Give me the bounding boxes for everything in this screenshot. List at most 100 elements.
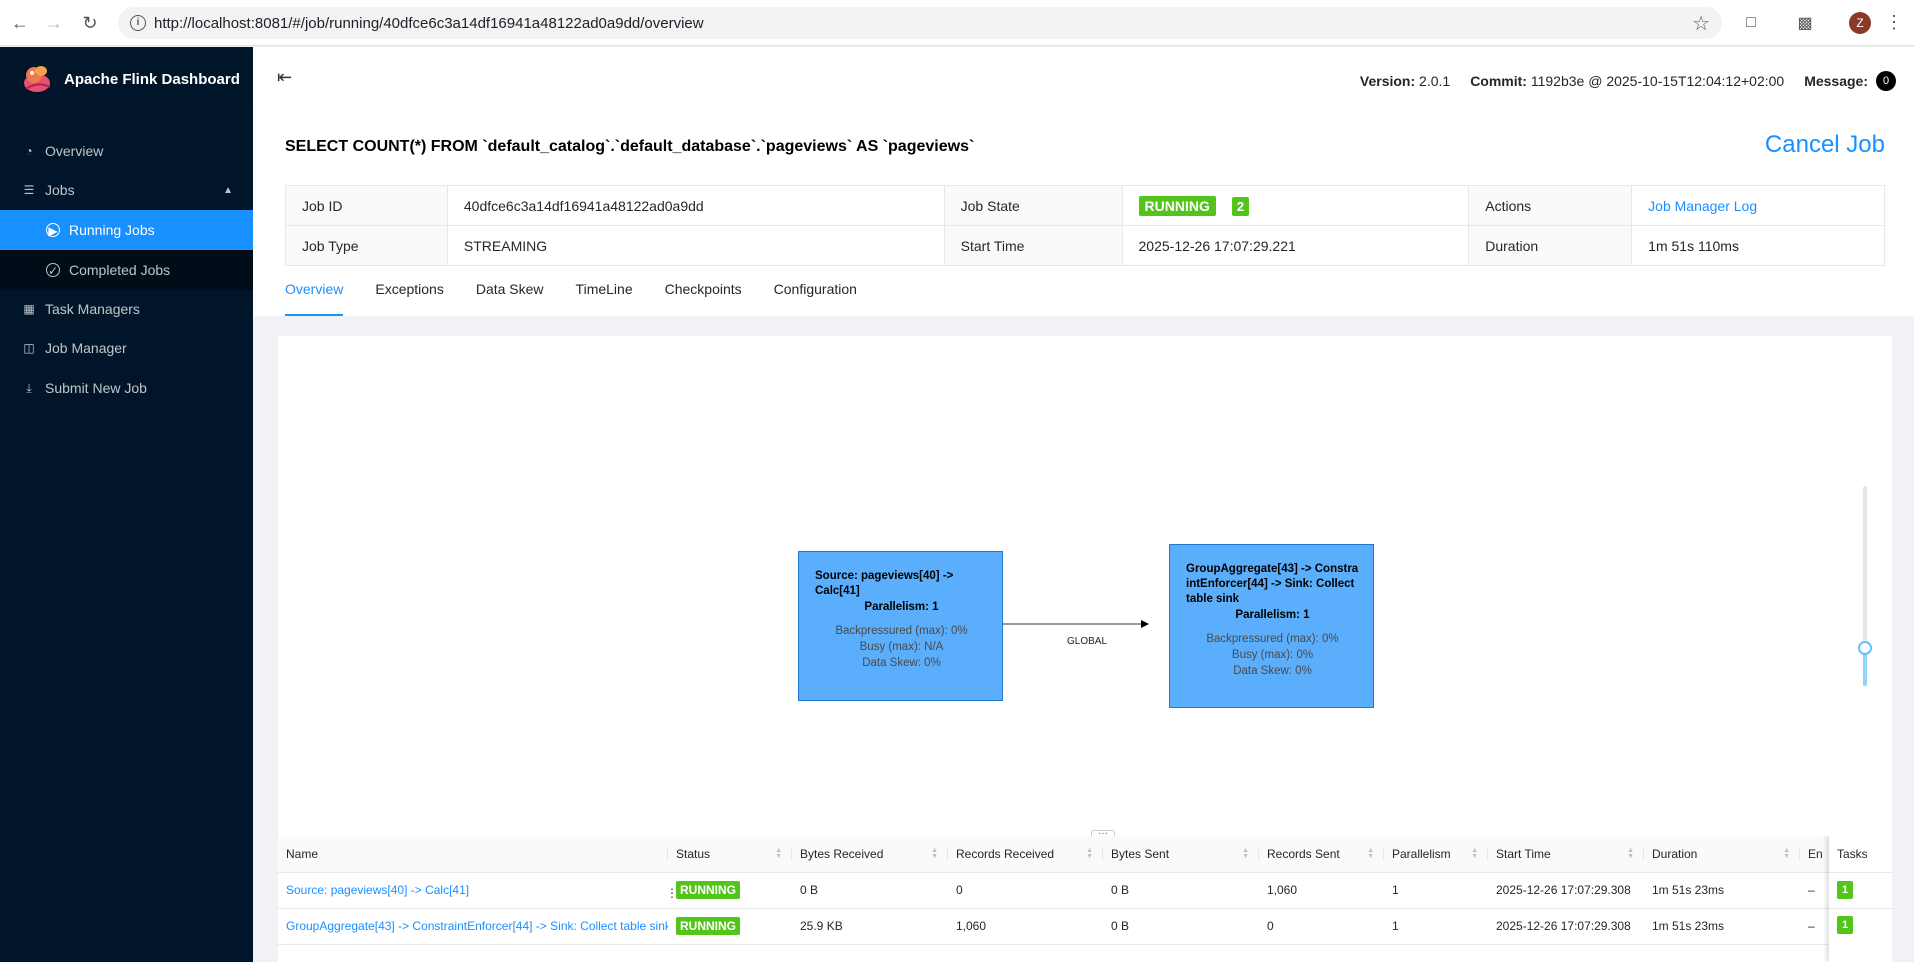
vertex-name-link[interactable]: Source: pageviews[40] -> Calc[41]	[286, 883, 469, 897]
graph-node-sink[interactable]: GroupAggregate[43] -> ConstraintEnforcer…	[1169, 544, 1374, 708]
site-info-icon[interactable]: i	[130, 15, 146, 31]
col-start-time[interactable]: Start Time ▲ ▼	[1488, 836, 1644, 873]
job-state-cell: RUNNING 2	[1121, 185, 1470, 226]
col-bytes-received-label: Bytes Received	[800, 846, 884, 861]
vertices-table: Name Status ▲ ▼ Bytes Received ▲ ▼ Records R…	[278, 836, 1892, 962]
sidebar-item-submit-new-job[interactable]: ⤓ Submit New Job	[0, 368, 253, 408]
col-name-label: Name	[286, 846, 319, 861]
message-badge[interactable]: 0	[1876, 71, 1896, 91]
col-duration[interactable]: Duration ▲ ▼	[1644, 836, 1800, 873]
tab-checkpoints[interactable]: Checkpoints	[665, 279, 742, 316]
tab-exceptions[interactable]: Exceptions	[375, 279, 443, 316]
browser-menu-icon[interactable]: ⋮	[1885, 10, 1903, 34]
col-status-label: Status	[676, 846, 711, 861]
extensions-icon[interactable]: □	[1740, 12, 1762, 34]
logo-row[interactable]: Apache Flink Dashboard	[0, 47, 253, 111]
tab-configuration[interactable]: Configuration	[774, 279, 857, 316]
col-records-received[interactable]: Records Received ▲ ▼	[948, 836, 1103, 873]
col-records-received-label: Records Received	[956, 846, 1055, 861]
sidebar-item-label: Completed Jobs	[69, 262, 171, 278]
col-end-time[interactable]: En	[1800, 836, 1829, 873]
sidebar-item-running-jobs[interactable]: ▶ Running Jobs	[0, 210, 253, 250]
job-graph[interactable]: Source: pageviews[40] -> Calc[41] Parall…	[278, 336, 1892, 840]
duration-label: Duration	[1468, 225, 1633, 266]
commit-label: Commit:	[1470, 73, 1527, 89]
duration-cell: 1m 51s 23ms	[1644, 872, 1800, 909]
col-start-time-label: Start Time	[1496, 846, 1551, 861]
sidebar-item-jobs[interactable]: ☰ Jobs ▲	[0, 170, 253, 210]
zoom-slider-handle[interactable]	[1858, 641, 1872, 655]
schedule-icon: ▦	[23, 302, 35, 316]
tasks-badge: 1	[1837, 916, 1853, 934]
bytes-sent-cell: 0 B	[1103, 872, 1259, 909]
upload-icon: ⤓	[26, 381, 32, 395]
menu-fold-icon[interactable]: ⇤	[277, 67, 292, 88]
sidebar: Apache Flink Dashboard ◔ Overview ☰ Jobs…	[0, 47, 253, 962]
col-bytes-sent[interactable]: Bytes Sent ▲ ▼	[1103, 836, 1259, 873]
node-parallelism: Parallelism: 1	[864, 601, 939, 613]
sidebar-item-completed-jobs[interactable]: ✓ Completed Jobs	[0, 250, 253, 290]
sort-icon[interactable]: ▲ ▼	[931, 847, 938, 860]
reload-icon[interactable]: ↻	[78, 11, 102, 35]
node-skew: Data Skew: 0%	[1233, 665, 1312, 677]
sort-icon[interactable]: ▲ ▼	[1471, 847, 1478, 860]
running-tasks-count-badge: 2	[1231, 196, 1250, 216]
row-more-icon[interactable]: ⋮	[666, 886, 678, 900]
sort-icon[interactable]: ▲ ▼	[775, 847, 782, 860]
job-id-label: Job ID	[285, 185, 448, 226]
back-icon[interactable]: ←	[8, 11, 32, 35]
end-time-cell: –	[1800, 908, 1829, 945]
tasks-fixed-column: Tasks 1 1	[1829, 836, 1892, 962]
table-row[interactable]: Source: pageviews[40] -> Calc[41] RUNNIN…	[278, 872, 1892, 909]
job-header: SELECT COUNT(*) FROM `default_catalog`.`…	[253, 111, 1914, 316]
job-manager-log-link[interactable]: Job Manager Log	[1648, 198, 1757, 214]
col-name[interactable]: Name	[278, 836, 668, 873]
sort-icon[interactable]: ▲ ▼	[1242, 847, 1249, 860]
address-bar[interactable]: i http://localhost:8081/#/job/running/40…	[118, 7, 1722, 39]
job-type-value: STREAMING	[446, 225, 945, 266]
header-info: Version: 2.0.1 Commit: 1192b3e @ 2025-10…	[1360, 71, 1896, 91]
tab-timeline[interactable]: TimeLine	[576, 279, 633, 316]
sort-icon[interactable]: ▲ ▼	[1627, 847, 1634, 860]
sort-icon[interactable]: ▲ ▼	[1367, 847, 1374, 860]
actions-label: Actions	[1468, 185, 1633, 226]
col-tasks-label: Tasks	[1837, 847, 1868, 861]
node-metrics: Backpressured (max): 0% Busy (max): 0% D…	[1186, 631, 1359, 679]
graph-node-source[interactable]: Source: pageviews[40] -> Calc[41] Parall…	[798, 551, 1003, 701]
profile-avatar[interactable]: Z	[1849, 12, 1871, 34]
node-backpressure: Backpressured (max): 0%	[1206, 633, 1339, 645]
node-backpressure: Backpressured (max): 0%	[835, 625, 968, 637]
url-text[interactable]: http://localhost:8081/#/job/running/40df…	[154, 15, 704, 32]
job-state-badge: RUNNING	[1138, 195, 1216, 216]
sidebar-title: Apache Flink Dashboard	[64, 71, 240, 88]
col-records-sent[interactable]: Records Sent ▲ ▼	[1259, 836, 1384, 873]
vertices-grid: Name Status ▲ ▼ Bytes Received ▲ ▼ Records R…	[278, 836, 1892, 945]
duration-cell: 1m 51s 23ms	[1644, 908, 1800, 945]
sidebar-item-task-managers[interactable]: ▦ Task Managers	[0, 289, 253, 329]
sidebar-item-label: Jobs	[45, 182, 75, 198]
job-id-value: 40dfce6c3a14df16941a48122ad0a9dd	[446, 185, 945, 226]
job-title: SELECT COUNT(*) FROM `default_catalog`.`…	[285, 138, 975, 155]
table-row[interactable]: GroupAggregate[43] -> ConstraintEnforcer…	[278, 908, 1892, 945]
start-time-cell: 2025-12-26 17:07:29.308	[1488, 872, 1644, 909]
vertex-name-cell: Source: pageviews[40] -> Calc[41]	[278, 872, 668, 909]
col-status[interactable]: Status ▲ ▼	[668, 836, 792, 873]
sidebar-item-overview[interactable]: ◔ Overview	[0, 131, 253, 171]
tab-data-skew[interactable]: Data Skew	[476, 279, 544, 316]
tab-overview[interactable]: Overview	[285, 279, 344, 316]
tab-search-icon[interactable]: ▩	[1794, 12, 1816, 34]
node-metrics: Backpressured (max): 0% Busy (max): N/A …	[815, 623, 988, 671]
node-skew: Data Skew: 0%	[862, 657, 941, 669]
forward-icon[interactable]: →	[42, 11, 66, 35]
bookmark-star-icon[interactable]: ☆	[1692, 11, 1710, 36]
sidebar-item-job-manager[interactable]: ◫ Job Manager	[0, 328, 253, 368]
cancel-job-button[interactable]: Cancel Job	[1765, 131, 1885, 159]
sort-icon[interactable]: ▲ ▼	[1783, 847, 1790, 860]
vertex-name-link[interactable]: GroupAggregate[43] -> ConstraintEnforcer…	[286, 919, 668, 933]
col-bytes-received[interactable]: Bytes Received ▲ ▼	[792, 836, 948, 873]
job-type-label: Job Type	[285, 225, 448, 266]
sort-icon[interactable]: ▲ ▼	[1086, 847, 1093, 860]
col-parallelism[interactable]: Parallelism ▲ ▼	[1384, 836, 1488, 873]
actions-cell: Job Manager Log	[1631, 185, 1885, 226]
col-parallelism-label: Parallelism	[1392, 846, 1451, 861]
